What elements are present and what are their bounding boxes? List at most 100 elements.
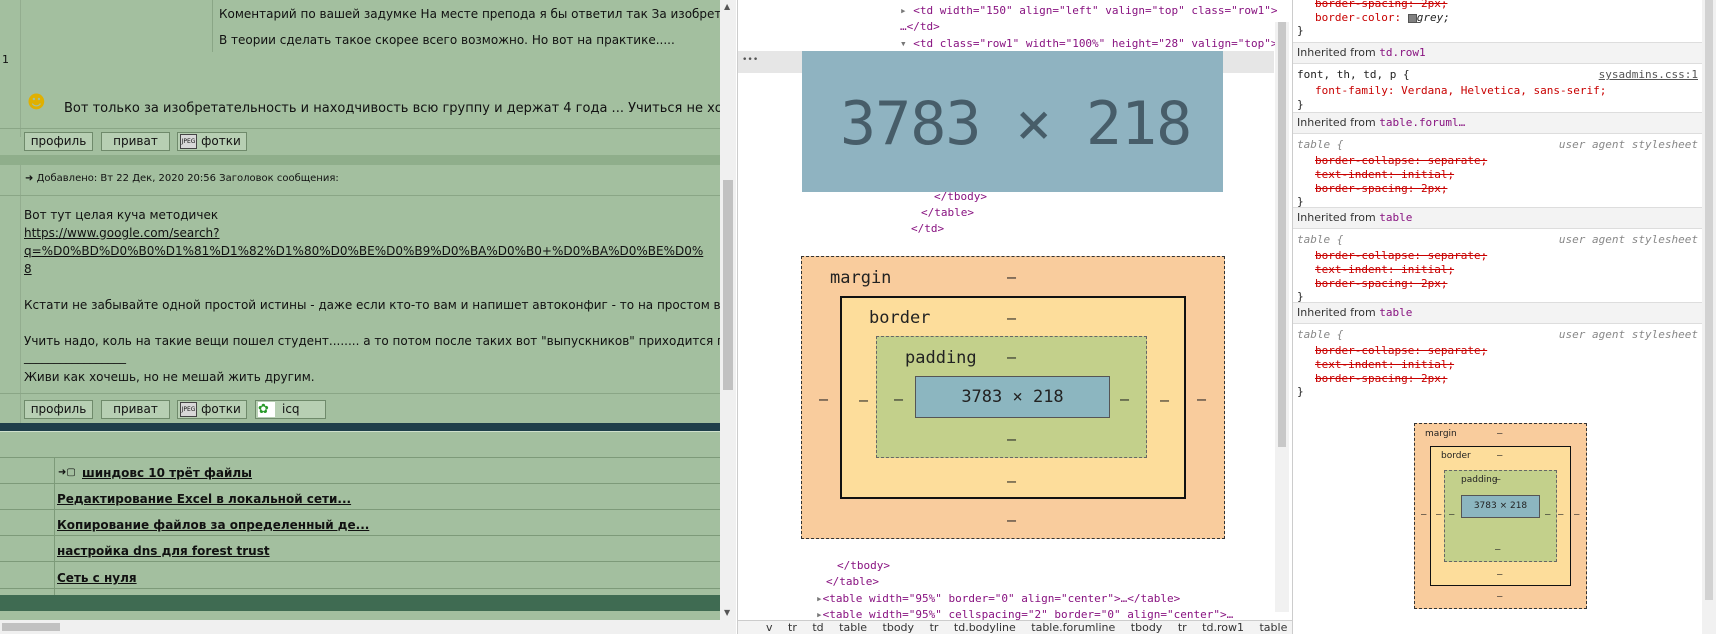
user-agent-source: user agent stylesheet	[1558, 138, 1698, 151]
breadcrumb-item[interactable]: td.bodyline	[954, 621, 1016, 634]
rule-brace: }	[1297, 98, 1304, 111]
css-declaration[interactable]: border-spacing: 2px;	[1315, 277, 1447, 290]
margin-label: margin	[1425, 429, 1457, 439]
dom-node[interactable]: ▾ <td class="row1" width="100%" height="…	[900, 37, 1278, 50]
divider	[0, 128, 720, 129]
border-label: border	[1441, 451, 1471, 461]
margin-bottom-value: –	[1497, 592, 1503, 602]
user-agent-source: user agent stylesheet	[1558, 233, 1698, 246]
css-declaration[interactable]: border-collapse: separate;	[1315, 249, 1487, 262]
inherited-section-header: Inherited from table	[1293, 207, 1703, 229]
post-header: ➜ Добавлено: Вт 22 Дек, 2020 20:56 Загол…	[25, 173, 339, 184]
css-declaration[interactable]: text-indent: initial;	[1315, 263, 1454, 276]
profile-button[interactable]: профиль	[24, 132, 93, 151]
privat-button[interactable]: приват	[101, 132, 170, 151]
topic-link[interactable]: Сеть с нуля	[57, 571, 137, 585]
expand-triangle-icon[interactable]: ▸	[900, 4, 907, 17]
dom-node[interactable]: </table>	[826, 575, 879, 588]
css-declaration[interactable]: border-collapse: separate;	[1315, 154, 1487, 167]
css-declaration[interactable]: font-family: Verdana, Helvetica, sans-se…	[1315, 84, 1606, 97]
photo-icon: JPEG	[180, 134, 197, 149]
divider	[0, 393, 720, 394]
dom-node[interactable]: ▸ <td width="150" align="left" valign="t…	[900, 4, 1278, 17]
photos-button[interactable]: JPEG фотки	[177, 400, 247, 419]
forum-page: 1 Коментарий по вашей задумке На месте п…	[0, 0, 720, 620]
post-link[interactable]: https://www.google.com/search?	[24, 226, 220, 240]
css-selector[interactable]: table {	[1297, 328, 1343, 341]
page-horizontal-scrollbar[interactable]	[0, 620, 736, 634]
border-bottom-value: –	[1497, 570, 1503, 580]
inherited-section-header: Inherited from table.foruml…	[1293, 112, 1703, 134]
css-selector[interactable]: table {	[1297, 233, 1343, 246]
css-selector[interactable]: table {	[1297, 138, 1343, 151]
breadcrumb-item[interactable]: td.row1	[1202, 621, 1244, 634]
breadcrumb-item[interactable]: table	[1259, 621, 1287, 634]
topic-link[interactable]: шиндовс 10 трёт файлы	[82, 466, 252, 480]
css-declaration[interactable]: border-color: grey;	[1315, 11, 1450, 24]
post-separator	[0, 155, 720, 165]
breadcrumb-item[interactable]: td	[812, 621, 823, 634]
breadcrumb-item[interactable]: table	[839, 621, 867, 634]
css-declaration[interactable]: border-collapse: separate;	[1315, 344, 1487, 357]
css-declaration[interactable]: text-indent: initial;	[1315, 168, 1454, 181]
padding-top-value: –	[1495, 475, 1501, 485]
css-declaration[interactable]: text-indent: initial;	[1315, 358, 1454, 371]
box-model-content-size[interactable]: 3783 × 218	[915, 376, 1110, 418]
padding-label: padding	[905, 348, 977, 368]
column-divider	[54, 457, 55, 607]
photos-button[interactable]: JPEG фотки	[177, 132, 247, 151]
dom-node[interactable]: </tbody>	[837, 559, 890, 572]
css-declaration[interactable]: border-spacing: 2px;	[1315, 182, 1447, 195]
margin-left-value: –	[1421, 510, 1427, 520]
quote-line: В теории сделать такое скорее всего возм…	[219, 33, 675, 47]
dom-node[interactable]: </td>	[911, 222, 944, 235]
scrollbar-thumb[interactable]	[1705, 0, 1713, 600]
breadcrumb-item[interactable]: v	[766, 621, 773, 634]
margin-left-value: –	[819, 390, 829, 408]
rule-brace: }	[1297, 24, 1304, 37]
elements-scrollbar[interactable]	[1275, 22, 1289, 612]
stylesheet-source-link[interactable]: sysadmins.css:1	[1599, 68, 1698, 81]
padding-top-value: –	[1007, 348, 1017, 366]
css-declaration[interactable]: border-spacing: 2px;	[1315, 372, 1447, 385]
dom-node[interactable]: ▸<table width="95%" border="0" align="ce…	[816, 592, 1180, 605]
scroll-up-arrow-icon[interactable]: ▲	[724, 2, 730, 11]
icq-button[interactable]: ✿ icq	[255, 400, 326, 419]
scrollbar-thumb[interactable]	[723, 180, 733, 390]
css-declaration[interactable]: border-spacing: 2px;	[1315, 0, 1447, 10]
margin-label: margin	[830, 268, 892, 288]
breadcrumb-item[interactable]: tr	[930, 621, 939, 634]
dom-node[interactable]: </table>	[921, 206, 974, 219]
breadcrumb-item[interactable]: table.forumline	[1031, 621, 1115, 634]
margin-right-value: –	[1197, 390, 1207, 408]
css-selector[interactable]: font, th, td, p {	[1297, 68, 1410, 81]
divider	[0, 431, 720, 432]
topic-link[interactable]: Редактирование Excel в локальной сети...	[57, 492, 351, 506]
scrollbar-thumb[interactable]	[2, 623, 60, 631]
row-number: 1	[2, 53, 9, 66]
breadcrumb-item[interactable]: tbody	[883, 621, 915, 634]
more-options-icon[interactable]: •••	[742, 55, 758, 65]
breadcrumb-item[interactable]: tbody	[1131, 621, 1163, 634]
mini-box-model-content-size[interactable]: 3783 × 218	[1461, 495, 1540, 518]
breadcrumb-item[interactable]: tr	[788, 621, 797, 634]
topic-link[interactable]: настройка dns для forest trust	[57, 544, 270, 558]
element-highlight-overlay: 3783 × 218	[802, 51, 1223, 192]
border-left-value: –	[859, 391, 869, 409]
color-swatch[interactable]	[1407, 13, 1417, 23]
profile-button[interactable]: профиль	[24, 400, 93, 419]
scroll-down-arrow-icon[interactable]: ▼	[724, 608, 730, 617]
post-link[interactable]: q=%D0%BD%D0%B0%D1%81%D1%82%D1%80%D0%BE%D…	[24, 244, 703, 258]
page-vertical-scrollbar[interactable]: ▲ ▼	[720, 0, 736, 620]
dom-node[interactable]: …</td>	[900, 20, 940, 33]
privat-button[interactable]: приват	[101, 400, 170, 419]
styles-scrollbar[interactable]	[1702, 0, 1716, 634]
collapse-triangle-icon[interactable]: ▾	[900, 37, 907, 50]
post-link[interactable]: 8	[24, 262, 32, 276]
topic-link[interactable]: Копирование файлов за определенный де...	[57, 518, 369, 532]
photo-icon: JPEG	[180, 402, 197, 417]
breadcrumb-item[interactable]: tr	[1178, 621, 1187, 634]
border-label: border	[869, 308, 931, 328]
scrollbar-thumb[interactable]	[1278, 22, 1286, 447]
expand-triangle-icon[interactable]: ▸	[816, 592, 823, 605]
